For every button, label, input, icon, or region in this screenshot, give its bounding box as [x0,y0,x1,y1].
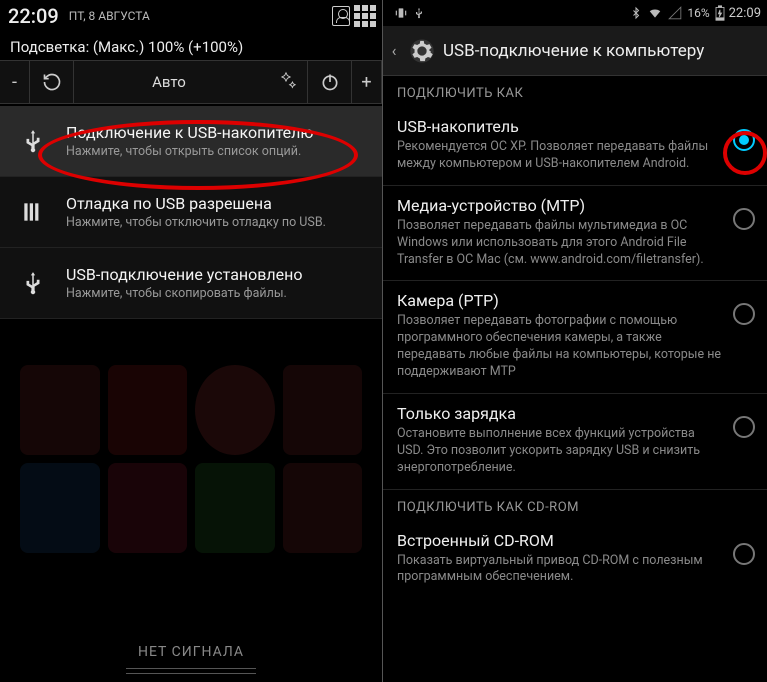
wifi-icon [647,6,663,20]
right-screenshot: 16% 22:09 ‹ USB-подключение к компьютеру… [383,0,767,682]
notification-title: Подключение к USB-накопителю [66,123,372,142]
notification-usb-storage[interactable]: Подключение к USB-накопителю Нажмите, чт… [0,106,382,177]
radio-button[interactable] [733,416,755,438]
contact-icon [332,7,350,25]
status-bar: 22:09 ПТ, 8 АВГУСТА [0,0,382,32]
option-desc: Позволяет передавать фотографии с помощь… [397,313,723,381]
option-desc: Показать виртуальный привод CD-ROM с пол… [397,553,723,587]
notification-title: Отладка по USB разрешена [66,194,372,213]
backlight-label: Подсветка: (Макс.) 100% (+100%) [0,32,382,60]
battery-icon [715,5,725,21]
notification-title: USB-подключение установлено [66,265,372,284]
option-mtp[interactable]: Медиа-устройство (MTP) Позволяет передав… [383,186,767,282]
minus-button[interactable]: - [0,60,30,104]
notification-subtitle: Нажмите, чтобы открыть список опций. [66,144,372,159]
option-desc: Рекомендуется ОС XP. Позволяет передават… [397,139,723,173]
option-title: Только зарядка [397,404,723,423]
radio-button[interactable] [733,129,755,151]
option-cdrom[interactable]: Встроенный CD-ROM Показать виртуальный п… [383,521,767,599]
section-connect-as: ПОДКЛЮЧИТЬ КАК [383,76,767,107]
section-cdrom: ПОДКЛЮЧИТЬ КАК CD-ROM [383,490,767,521]
left-screenshot: 22:09 ПТ, 8 АВГУСТА Подсветка: (Макс.) 1… [0,0,383,682]
apps-grid-icon [356,7,374,25]
option-usb-storage[interactable]: USB-накопитель Рекомендуется ОС XP. Позв… [383,107,767,186]
battery-text: 16% [687,6,709,20]
plus-button[interactable]: + [352,60,382,104]
option-charge-only[interactable]: Только зарядка Остановите выполнение все… [383,394,767,490]
bluetooth-icon [630,6,642,20]
notification-usb-connected[interactable]: USB-подключение установлено Нажмите, что… [0,248,382,319]
status-bar: 16% 22:09 [383,0,767,26]
power-button[interactable] [308,60,352,104]
settings-header: ‹ USB-подключение к компьютеру [383,26,767,76]
stars-button[interactable] [264,60,308,104]
bars-icon [10,189,56,235]
header-title: USB-подключение к компьютеру [443,41,704,61]
brightness-toolbar: - Авто + [0,60,382,104]
option-title: Камера (PTP) [397,291,723,310]
radio-button[interactable] [733,543,755,565]
clock: 22:09 [8,4,59,28]
status-date: ПТ, 8 АВГУСТА [69,9,150,23]
option-ptp[interactable]: Камера (PTP) Позволяет передавать фотогр… [383,281,767,394]
notification-subtitle: Нажмите, чтобы отключить отладку по USB. [66,215,372,230]
settings-gear-icon[interactable] [405,34,439,68]
no-signal-label: НЕТ СИГНАЛА [0,644,382,660]
option-title: Встроенный CD-ROM [397,531,723,550]
usb-small-icon [413,7,425,19]
radio-button[interactable] [733,303,755,325]
vibrate-icon [394,6,408,20]
option-title: Медиа-устройство (MTP) [397,196,723,215]
auto-button[interactable]: Авто [74,73,264,91]
option-title: USB-накопитель [397,117,723,136]
back-button[interactable]: ‹ [387,41,401,60]
radio-button[interactable] [733,208,755,230]
usb-icon [10,118,56,164]
refresh-button[interactable] [30,60,74,104]
clock: 22:09 [729,6,761,21]
option-desc: Остановите выполнение всех функций устро… [397,426,723,477]
home-apps-faded [0,355,382,632]
usb-icon [10,260,56,306]
signal-icon [668,6,682,20]
notification-usb-debug[interactable]: Отладка по USB разрешена Нажмите, чтобы … [0,177,382,248]
notification-subtitle: Нажмите, чтобы скопировать файлы. [66,286,372,301]
option-desc: Позволяет передавать файлы мультимедиа в… [397,218,723,269]
shade-handle[interactable] [126,668,256,674]
